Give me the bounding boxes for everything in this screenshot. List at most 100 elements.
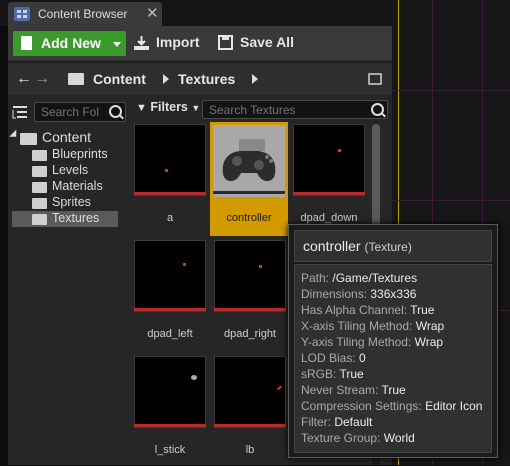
property-value: True xyxy=(381,383,406,397)
sources-panel: Content Blueprints Levels Materials Spri… xyxy=(9,98,126,465)
asset-name: controller xyxy=(226,212,272,224)
asset-tile-lb[interactable]: lb xyxy=(214,356,286,466)
breadcrumb-separator-icon[interactable] xyxy=(252,74,258,84)
property-key: Dimensions: xyxy=(301,287,368,301)
property-key: Has Alpha Channel: xyxy=(301,303,408,317)
property-value: True xyxy=(410,303,435,317)
asset-type-bar xyxy=(134,424,206,427)
folder-icon xyxy=(32,150,47,161)
property-key: Compression Settings: xyxy=(301,399,422,413)
tree-item-content[interactable]: Content xyxy=(9,129,124,146)
property-key: Never Stream: xyxy=(301,383,379,397)
tree-item-label: Sprites xyxy=(52,195,91,209)
add-new-label: Add New xyxy=(41,35,101,51)
asset-type-bar xyxy=(214,424,286,427)
folder-search-input[interactable] xyxy=(41,105,105,119)
tooltip-row: Y-axis Tiling Method: Wrap xyxy=(301,335,443,349)
asset-name: a xyxy=(166,212,174,224)
texture-thumbnail xyxy=(134,124,206,196)
add-new-button[interactable]: Add New xyxy=(13,31,126,56)
filters-button[interactable]: ▼ Filters ▼ xyxy=(136,100,200,114)
tooltip-row: Compression Settings: Editor Icon xyxy=(301,399,482,413)
expand-arrow-icon[interactable] xyxy=(9,129,20,141)
viewport-grid-line xyxy=(392,90,510,91)
tree-item-sprites[interactable]: Sprites xyxy=(32,195,120,211)
folder-icon xyxy=(32,166,47,177)
asset-name: lb xyxy=(245,444,255,456)
asset-tile-dpad-right[interactable]: dpad_right xyxy=(214,240,286,350)
folder-icon xyxy=(32,214,47,225)
tree-item-textures[interactable]: Textures xyxy=(12,211,118,227)
asset-tile-l-stick[interactable]: l_stick xyxy=(134,356,206,466)
tooltip-properties: Path: /Game/Textures Dimensions: 336x336… xyxy=(294,264,492,453)
folder-icon xyxy=(32,198,47,209)
chevron-down-icon xyxy=(113,42,121,47)
asset-tile-dpad-left[interactable]: dpad_left xyxy=(134,240,206,350)
property-value: Default xyxy=(334,415,373,429)
close-icon[interactable]: ✕ xyxy=(146,4,159,22)
texture-thumbnail xyxy=(214,240,286,312)
asset-tile-controller[interactable]: controller xyxy=(210,122,288,236)
property-key: sRGB: xyxy=(301,367,337,381)
tab-content-browser[interactable]: Content Browser ✕ xyxy=(8,2,162,26)
asset-search-input[interactable] xyxy=(209,103,369,117)
tooltip-row: LOD Bias: 0 xyxy=(301,351,366,365)
tooltip-row: X-axis Tiling Method: Wrap xyxy=(301,319,444,333)
asset-type-bar xyxy=(134,308,206,311)
path-bar: ← → Content Textures xyxy=(8,62,392,95)
property-key: Texture Group: xyxy=(301,431,381,445)
tooltip-row: Texture Group: World xyxy=(301,431,415,445)
asset-tile-a[interactable]: a xyxy=(134,124,206,234)
property-value: 336x336 xyxy=(370,287,417,301)
asset-name: dpad_down xyxy=(300,212,358,224)
property-value: True xyxy=(339,367,364,381)
folder-icon xyxy=(32,182,47,193)
property-key: Path: xyxy=(301,271,330,285)
filters-label: Filters xyxy=(150,100,188,114)
asset-search-field[interactable] xyxy=(202,100,388,119)
folder-search-field[interactable] xyxy=(34,102,126,122)
texture-thumbnail xyxy=(293,124,365,196)
lock-icon[interactable] xyxy=(368,73,382,85)
save-icon xyxy=(218,35,233,50)
asset-filter-bar: ▼ Filters ▼ xyxy=(132,98,392,120)
search-icon xyxy=(109,105,122,118)
chevron-down-icon: ▼ xyxy=(191,103,201,113)
asset-type-bar xyxy=(213,191,285,194)
asset-type-bar xyxy=(214,308,286,311)
tab-bar: Content Browser ✕ xyxy=(0,0,392,26)
asset-name: l_stick xyxy=(154,444,186,456)
tooltip-title: controller (Texture) xyxy=(303,238,412,254)
breadcrumb-textures[interactable]: Textures xyxy=(178,71,235,87)
forward-arrow-icon[interactable]: → xyxy=(34,70,50,88)
tree-item-label: Content xyxy=(42,129,92,145)
import-button[interactable]: Import xyxy=(134,32,204,54)
property-key: X-axis Tiling Method: xyxy=(301,319,413,333)
save-all-button[interactable]: Save All xyxy=(218,32,298,54)
tree-item-label: Textures xyxy=(52,211,100,225)
tooltip-row: Dimensions: 336x336 xyxy=(301,287,416,301)
tree-item-levels[interactable]: Levels xyxy=(32,163,120,179)
toolbar: Add New Import Save All xyxy=(8,26,392,60)
asset-tile-dpad-down[interactable]: dpad_down xyxy=(293,124,365,234)
controller-thumbnail xyxy=(213,125,285,197)
save-all-label: Save All xyxy=(240,34,294,50)
property-key: Y-axis Tiling Method: xyxy=(301,335,412,349)
tooltip-row: Filter: Default xyxy=(301,415,372,429)
tooltip-asset-name: controller xyxy=(303,238,361,254)
breadcrumb-content[interactable]: Content xyxy=(93,71,146,87)
breadcrumb-separator-icon[interactable] xyxy=(163,74,169,84)
texture-thumbnail xyxy=(214,356,286,428)
back-arrow-icon[interactable]: ← xyxy=(16,70,32,88)
asset-tooltip: controller (Texture) Path: /Game/Texture… xyxy=(288,224,498,458)
tooltip-row: Never Stream: True xyxy=(301,383,406,397)
property-key: LOD Bias: xyxy=(301,351,356,365)
tree-item-blueprints[interactable]: Blueprints xyxy=(32,147,120,163)
tree-item-label: Materials xyxy=(52,179,103,193)
tree-item-materials[interactable]: Materials xyxy=(32,179,120,195)
property-value: World xyxy=(383,431,415,445)
search-icon xyxy=(371,103,384,116)
toggle-sources-icon[interactable] xyxy=(12,104,28,120)
tab-title: Content Browser xyxy=(38,7,128,21)
property-value: Wrap xyxy=(415,319,445,333)
